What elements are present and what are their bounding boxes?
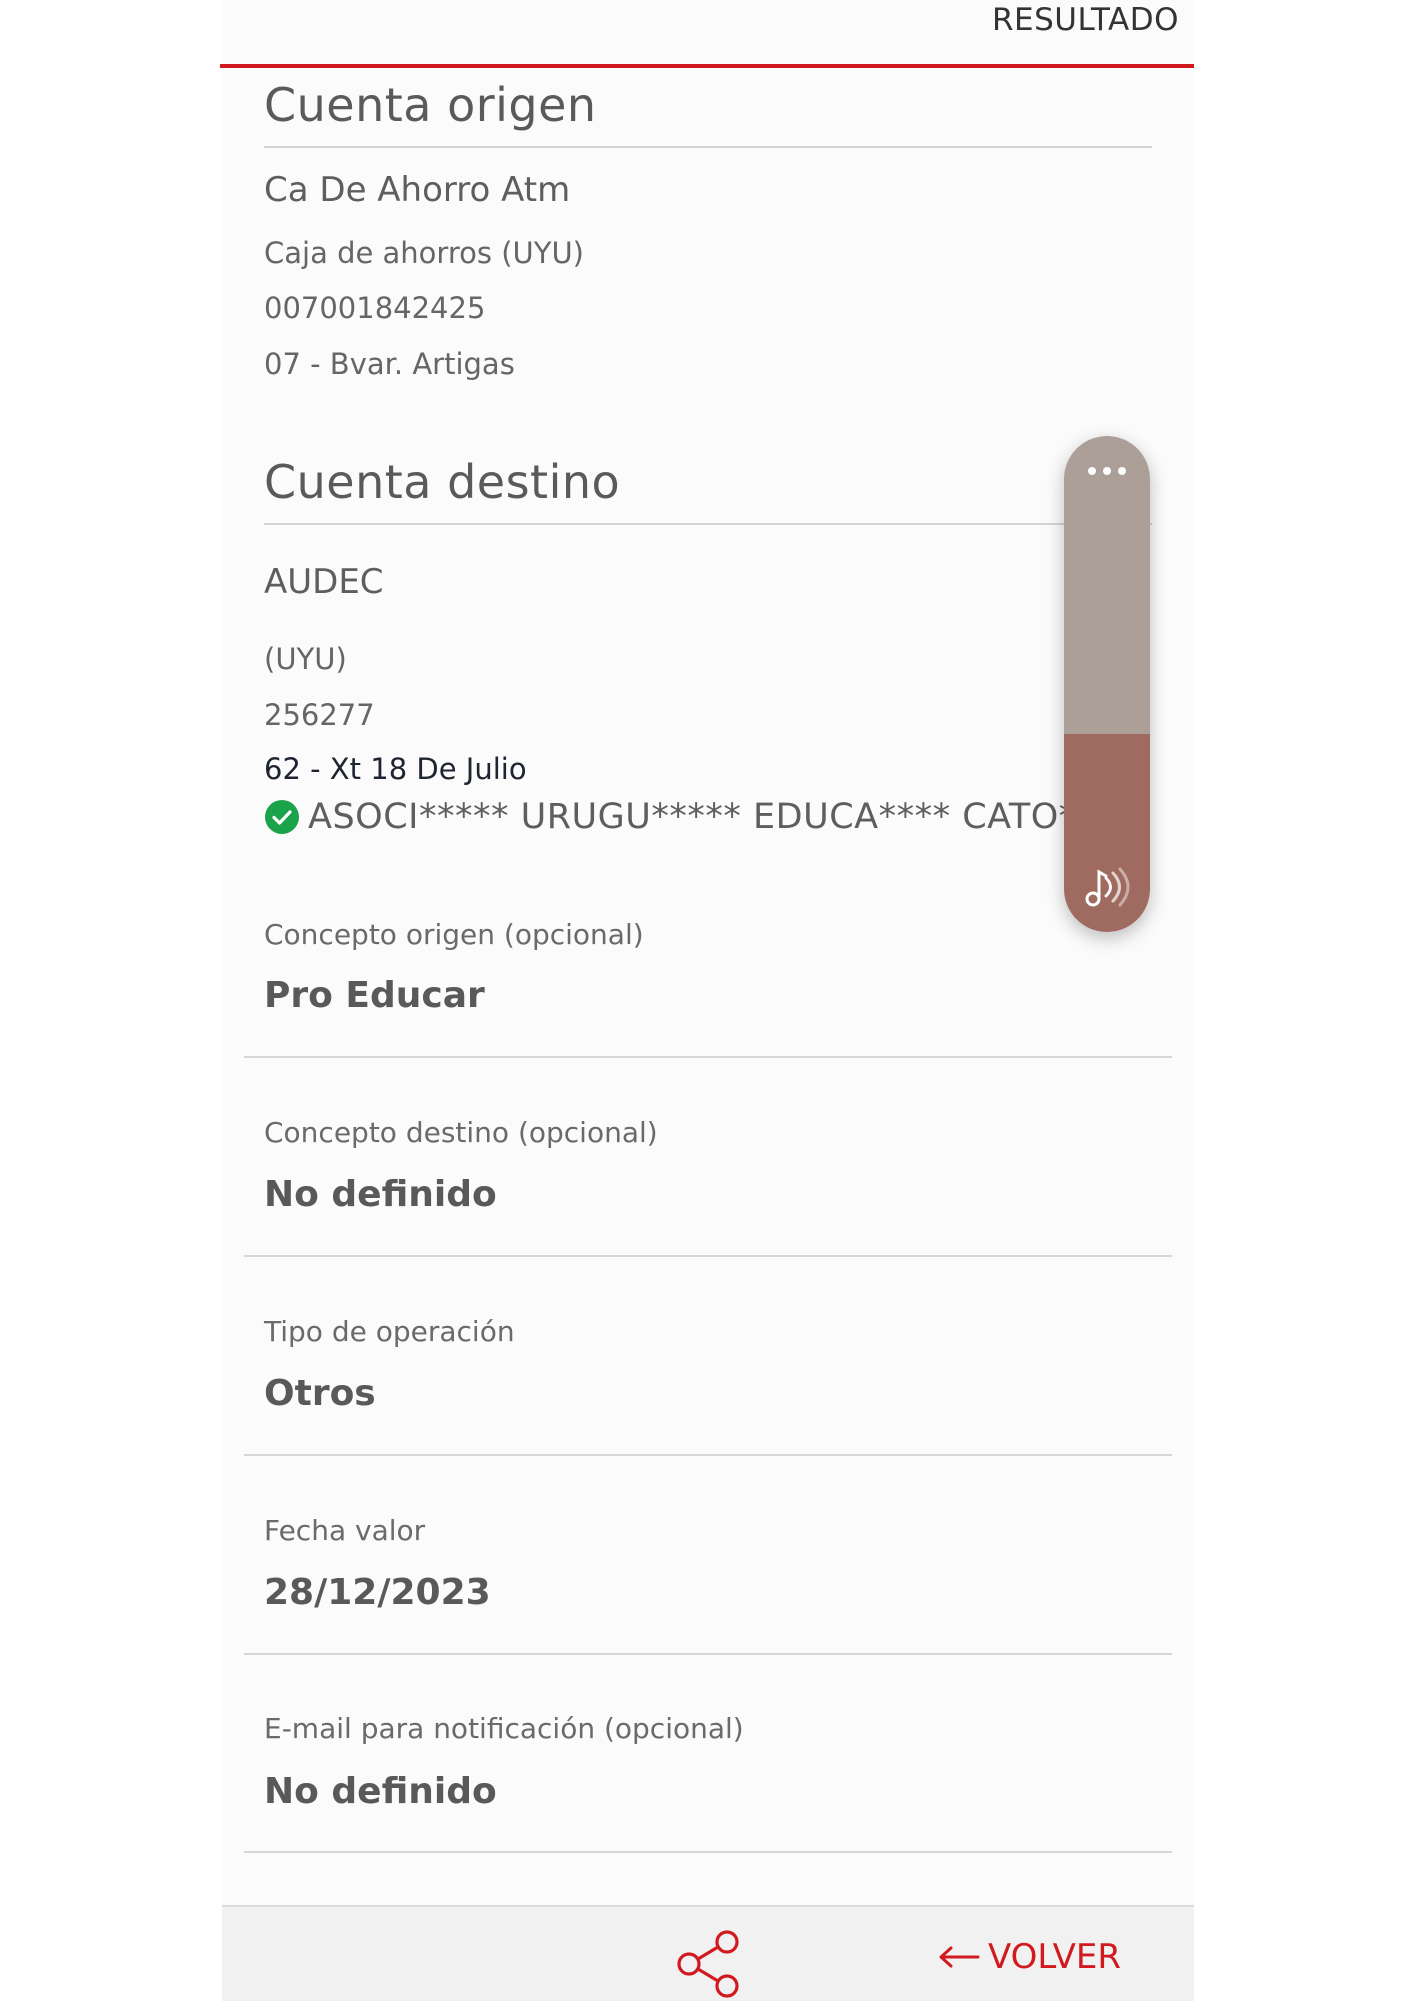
concept-origin-label: Concepto origen (opcional) <box>264 918 644 951</box>
header-accent-rule <box>220 64 1194 68</box>
arrow-left-icon <box>939 1946 980 1968</box>
field-divider <box>244 1653 1172 1655</box>
origin-heading-rule <box>264 146 1152 148</box>
destination-heading-rule <box>264 523 1152 525</box>
bottom-action-bar: VOLVER <box>222 1905 1194 2001</box>
value-date-value: 28/12/2023 <box>264 1572 491 1613</box>
field-divider <box>244 1454 1172 1456</box>
share-icon[interactable] <box>674 1929 744 1999</box>
sound-icon[interactable] <box>1082 864 1134 910</box>
destination-account-branch: 62 - Xt 18 De Julio <box>264 752 527 786</box>
origin-account-type: Caja de ahorros (UYU) <box>264 236 584 270</box>
back-button[interactable]: VOLVER <box>938 1937 1121 1977</box>
value-date-label: Fecha valor <box>264 1514 426 1547</box>
destination-account-heading: Cuenta destino <box>264 455 621 509</box>
destination-account-holder: ASOCI***** URUGU***** EDUCA**** CATO**** <box>308 797 1131 837</box>
destination-holder-row: ASOCI***** URUGU***** EDUCA**** CATO**** <box>264 797 1131 837</box>
volume-overlay-widget[interactable] <box>1064 436 1150 932</box>
field-divider <box>244 1851 1172 1853</box>
field-divider <box>244 1056 1172 1058</box>
back-button-label: VOLVER <box>988 1937 1121 1977</box>
field-divider <box>244 1255 1172 1257</box>
origin-account-number: 007001842425 <box>264 291 486 325</box>
origin-account-branch: 07 - Bvar. Artigas <box>264 347 515 381</box>
concept-destination-label: Concepto destino (opcional) <box>264 1116 658 1149</box>
operation-type-value: Otros <box>264 1373 376 1414</box>
check-circle-icon <box>265 800 299 834</box>
step-title: RESULTADO <box>992 2 1180 38</box>
destination-account-number: 256277 <box>264 698 375 732</box>
volume-track <box>1064 436 1150 734</box>
concept-origin-value: Pro Educar <box>264 975 485 1016</box>
destination-account-currency: (UYU) <box>264 642 347 676</box>
notification-email-label: E-mail para notificación (opcional) <box>264 1712 744 1745</box>
notification-email-value: No definido <box>264 1771 497 1812</box>
origin-account-name: Ca De Ahorro Atm <box>264 170 571 210</box>
concept-destination-value: No definido <box>264 1174 497 1215</box>
operation-type-label: Tipo de operación <box>264 1315 515 1348</box>
origin-account-heading: Cuenta origen <box>264 78 597 132</box>
destination-account-name: AUDEC <box>264 562 384 602</box>
more-dots-icon[interactable] <box>1085 464 1129 478</box>
